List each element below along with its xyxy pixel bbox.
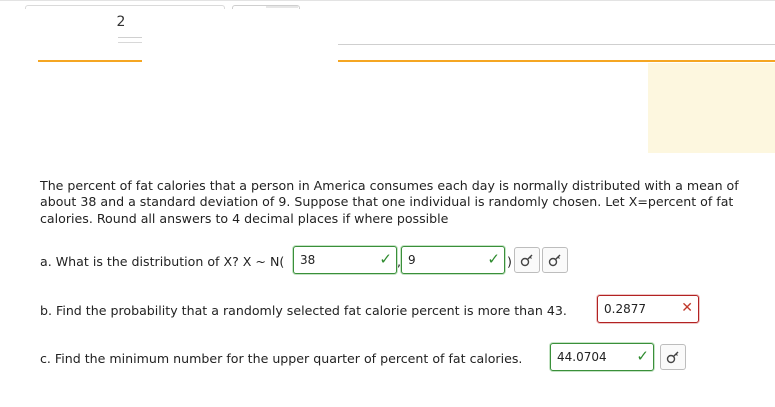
part-c-label: c. Find the minimum number for the upper…	[40, 351, 523, 366]
mean-value: 38	[300, 253, 316, 267]
question-number: 2	[116, 14, 126, 30]
toolbar-tab[interactable]	[25, 5, 225, 9]
sd-input[interactable]: 9 ✓	[401, 246, 505, 274]
key-icon[interactable]	[660, 344, 686, 370]
divider	[338, 44, 775, 45]
sd-value: 9	[408, 253, 416, 267]
part-b-label: b. Find the probability that a randomly …	[40, 303, 567, 318]
check-icon: ✓	[487, 250, 500, 268]
question-text: The percent of fat calories that a perso…	[40, 178, 739, 226]
upper-quarter-value: 44.0704	[557, 350, 607, 364]
probability-input[interactable]: 0.2877 ✕	[597, 295, 699, 323]
key-icon[interactable]	[542, 247, 568, 273]
close-paren: )	[507, 254, 512, 269]
check-icon: ✓	[636, 347, 649, 365]
upper-quarter-input[interactable]: 44.0704 ✓	[550, 343, 654, 371]
key-icon[interactable]	[514, 247, 540, 273]
divider	[118, 42, 142, 43]
accent-divider	[38, 60, 142, 62]
page: 2 The percent of fat calories that a per…	[0, 0, 775, 407]
x-icon: ✕	[681, 300, 693, 316]
divider	[118, 37, 142, 38]
top-border	[0, 0, 775, 1]
toolbar-tab-shade	[266, 6, 298, 8]
part-a-label: a. What is the distribution of X? X ~ N(	[40, 254, 285, 269]
note-panel	[648, 63, 775, 153]
check-icon: ✓	[379, 250, 392, 268]
probability-value: 0.2877	[604, 302, 646, 316]
accent-divider	[338, 60, 775, 62]
mean-input[interactable]: 38 ✓	[293, 246, 397, 274]
